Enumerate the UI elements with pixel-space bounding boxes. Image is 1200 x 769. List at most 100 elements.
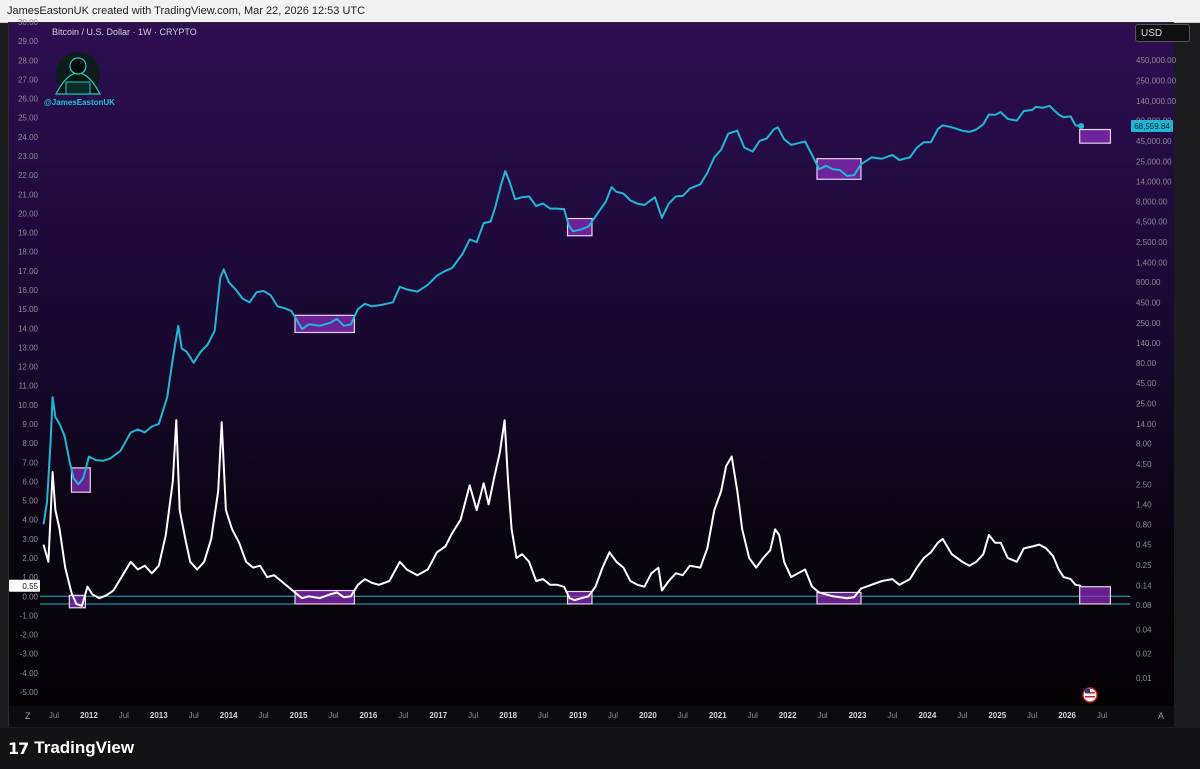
x-axis-tick-label: Jul — [119, 711, 129, 720]
right-axis-tick-label: 25.00 — [1136, 400, 1157, 409]
right-axis-tick-label: 140,000.00 — [1136, 97, 1177, 106]
left-axis-tick-label: 26.00 — [18, 95, 39, 104]
left-axis-tick-label: 16.00 — [18, 286, 39, 295]
left-axis-tick-label: -5.00 — [20, 688, 39, 697]
left-axis-tick-label: 20.00 — [18, 209, 39, 218]
left-axis-tick-label: 18.00 — [18, 248, 39, 257]
right-axis-tick-label: 4.50 — [1136, 460, 1152, 469]
x-axis-tick-label: 2022 — [779, 711, 797, 720]
left-axis-tick-label: 4.00 — [22, 516, 38, 525]
x-axis-tick-label: 2016 — [359, 711, 377, 720]
right-axis-tick-label: 0.02 — [1136, 650, 1152, 659]
right-axis-tick-label: 250.00 — [1136, 319, 1161, 328]
right-axis-tick-label: 45.00 — [1136, 379, 1157, 388]
x-axis-tick-label: 2013 — [150, 711, 168, 720]
x-axis-tick-label: Jul — [1027, 711, 1037, 720]
left-axis-tick-label: -1.00 — [20, 611, 39, 620]
x-axis-tick-label: Jul — [538, 711, 548, 720]
x-axis-tick-label: 2018 — [499, 711, 517, 720]
left-axis-tick-label: -3.00 — [20, 650, 39, 659]
right-axis-tick-label: 14.00 — [1136, 420, 1157, 429]
left-axis-tick-label: 25.00 — [18, 114, 39, 123]
tradingview-mark-icon: 17 — [8, 738, 29, 758]
right-axis-tick-label: 140.00 — [1136, 339, 1161, 348]
right-axis-tick-label: 25,000.00 — [1136, 157, 1172, 166]
left-axis-tick-label: 12.00 — [18, 363, 39, 372]
us-flag-icon[interactable] — [1082, 687, 1098, 703]
right-axis-tick-label: 450,000.00 — [1136, 56, 1177, 65]
footer-bar — [0, 728, 1200, 769]
tradingview-logo[interactable]: 17 TradingView — [8, 738, 134, 758]
x-axis-tick-label: Jul — [817, 711, 827, 720]
left-axis-tick-label: 27.00 — [18, 75, 39, 84]
right-axis-tick-label: 0.80 — [1136, 520, 1152, 529]
x-axis-tick-label: Jul — [189, 711, 199, 720]
right-axis-tick-label: 80.00 — [1136, 359, 1157, 368]
right-axis-tick-label: 450.00 — [1136, 298, 1161, 307]
right-axis-tick-label: 800.00 — [1136, 278, 1161, 287]
x-axis-tick-label: 2014 — [220, 711, 238, 720]
x-axis-tick-label: 2015 — [290, 711, 308, 720]
left-axis-tick-label: 22.00 — [18, 171, 39, 180]
x-axis-tick-label: 2024 — [918, 711, 936, 720]
right-axis-tick-label: 4,500.00 — [1136, 218, 1168, 227]
author-avatar — [55, 52, 101, 96]
x-axis-tick-label: 2020 — [639, 711, 657, 720]
left-axis-tick-label: 17.00 — [18, 267, 39, 276]
current-price-label: 68,559.84 — [1134, 122, 1170, 131]
right-axis-tick-label: 1.40 — [1136, 501, 1152, 510]
x-axis-tick-label: 2023 — [849, 711, 867, 720]
left-axis-tick-label: 19.00 — [18, 229, 39, 238]
right-axis-tick-label: 0.08 — [1136, 601, 1152, 610]
highlight-box — [1079, 586, 1112, 605]
left-axis-tick-label: 28.00 — [18, 56, 39, 65]
currency-button[interactable]: USD — [1135, 24, 1190, 42]
left-axis-tick-label: 13.00 — [18, 343, 39, 352]
left-axis-tick-label: 23.00 — [18, 152, 39, 161]
x-axis-tick-label: 2012 — [80, 711, 98, 720]
x-axis-tick-label: Jul — [328, 711, 338, 720]
left-axis-tick-label: 21.00 — [18, 190, 39, 199]
x-axis-tick-label: Jul — [887, 711, 897, 720]
left-axis-tick-label: -2.00 — [20, 631, 39, 640]
price-last-point — [1078, 122, 1085, 129]
left-axis-tick-label: 7.00 — [22, 458, 38, 467]
author-tag: @JamesEastonUK — [44, 98, 115, 107]
left-axis-tick-label: 11.00 — [19, 382, 39, 391]
left-axis-tick-label: 5.00 — [22, 497, 38, 506]
right-axis-tick-label: 1,400.00 — [1136, 258, 1168, 267]
x-axis-tick-label: Jul — [258, 711, 268, 720]
x-axis-tick-label: Jul — [49, 711, 59, 720]
x-axis-tick-label: Jul — [1097, 711, 1107, 720]
x-axis-tick-label: 2021 — [709, 711, 727, 720]
left-axis-tick-label: 15.00 — [18, 305, 39, 314]
right-axis-tick-label: 0.45 — [1136, 541, 1152, 550]
a-button[interactable]: A — [1158, 711, 1164, 721]
right-axis-tick-label: 2,500.00 — [1136, 238, 1168, 247]
x-axis-tick-label: Jul — [468, 711, 478, 720]
right-axis-tick-label: 8,000.00 — [1136, 197, 1168, 206]
chart-canvas[interactable]: 30.00 29.00 28.00 27.00 26.00 25.00 24.00 23.00… — [0, 0, 1200, 728]
x-axis-tick-label: 2019 — [569, 711, 587, 720]
x-axis-tick-label: 2026 — [1058, 711, 1076, 720]
left-axis-tick-label: 3.00 — [22, 535, 38, 544]
z-button[interactable]: Z — [25, 711, 31, 721]
symbol-title: Bitcoin / U.S. Dollar · 1W · CRYPTO — [52, 27, 197, 37]
right-axis-tick-label: 0.04 — [1136, 625, 1152, 634]
left-axis-tick-label: 6.00 — [22, 477, 38, 486]
right-axis-tick-label: 0.14 — [1136, 581, 1152, 590]
left-axis-tick-label: 10.00 — [18, 401, 39, 410]
right-axis-tick-label: 2.50 — [1136, 480, 1152, 489]
right-axis-tick-label: 250,000.00 — [1136, 77, 1177, 86]
left-axis-tick-label: 24.00 — [18, 133, 39, 142]
x-axis-tick-label: Jul — [678, 711, 688, 720]
x-axis-tick-label: Jul — [748, 711, 758, 720]
oscillator-value-label: 0.55 — [22, 582, 38, 591]
left-axis-tick-label: 8.00 — [22, 439, 38, 448]
x-axis-tick-label: 2017 — [429, 711, 447, 720]
left-axis-tick-label: 14.00 — [18, 324, 39, 333]
x-axis-tick-label: Jul — [398, 711, 408, 720]
left-axis-tick-label: 0.00 — [22, 592, 38, 601]
x-axis-tick-label: Jul — [608, 711, 618, 720]
right-axis-tick-label: 14,000.00 — [1136, 178, 1172, 187]
